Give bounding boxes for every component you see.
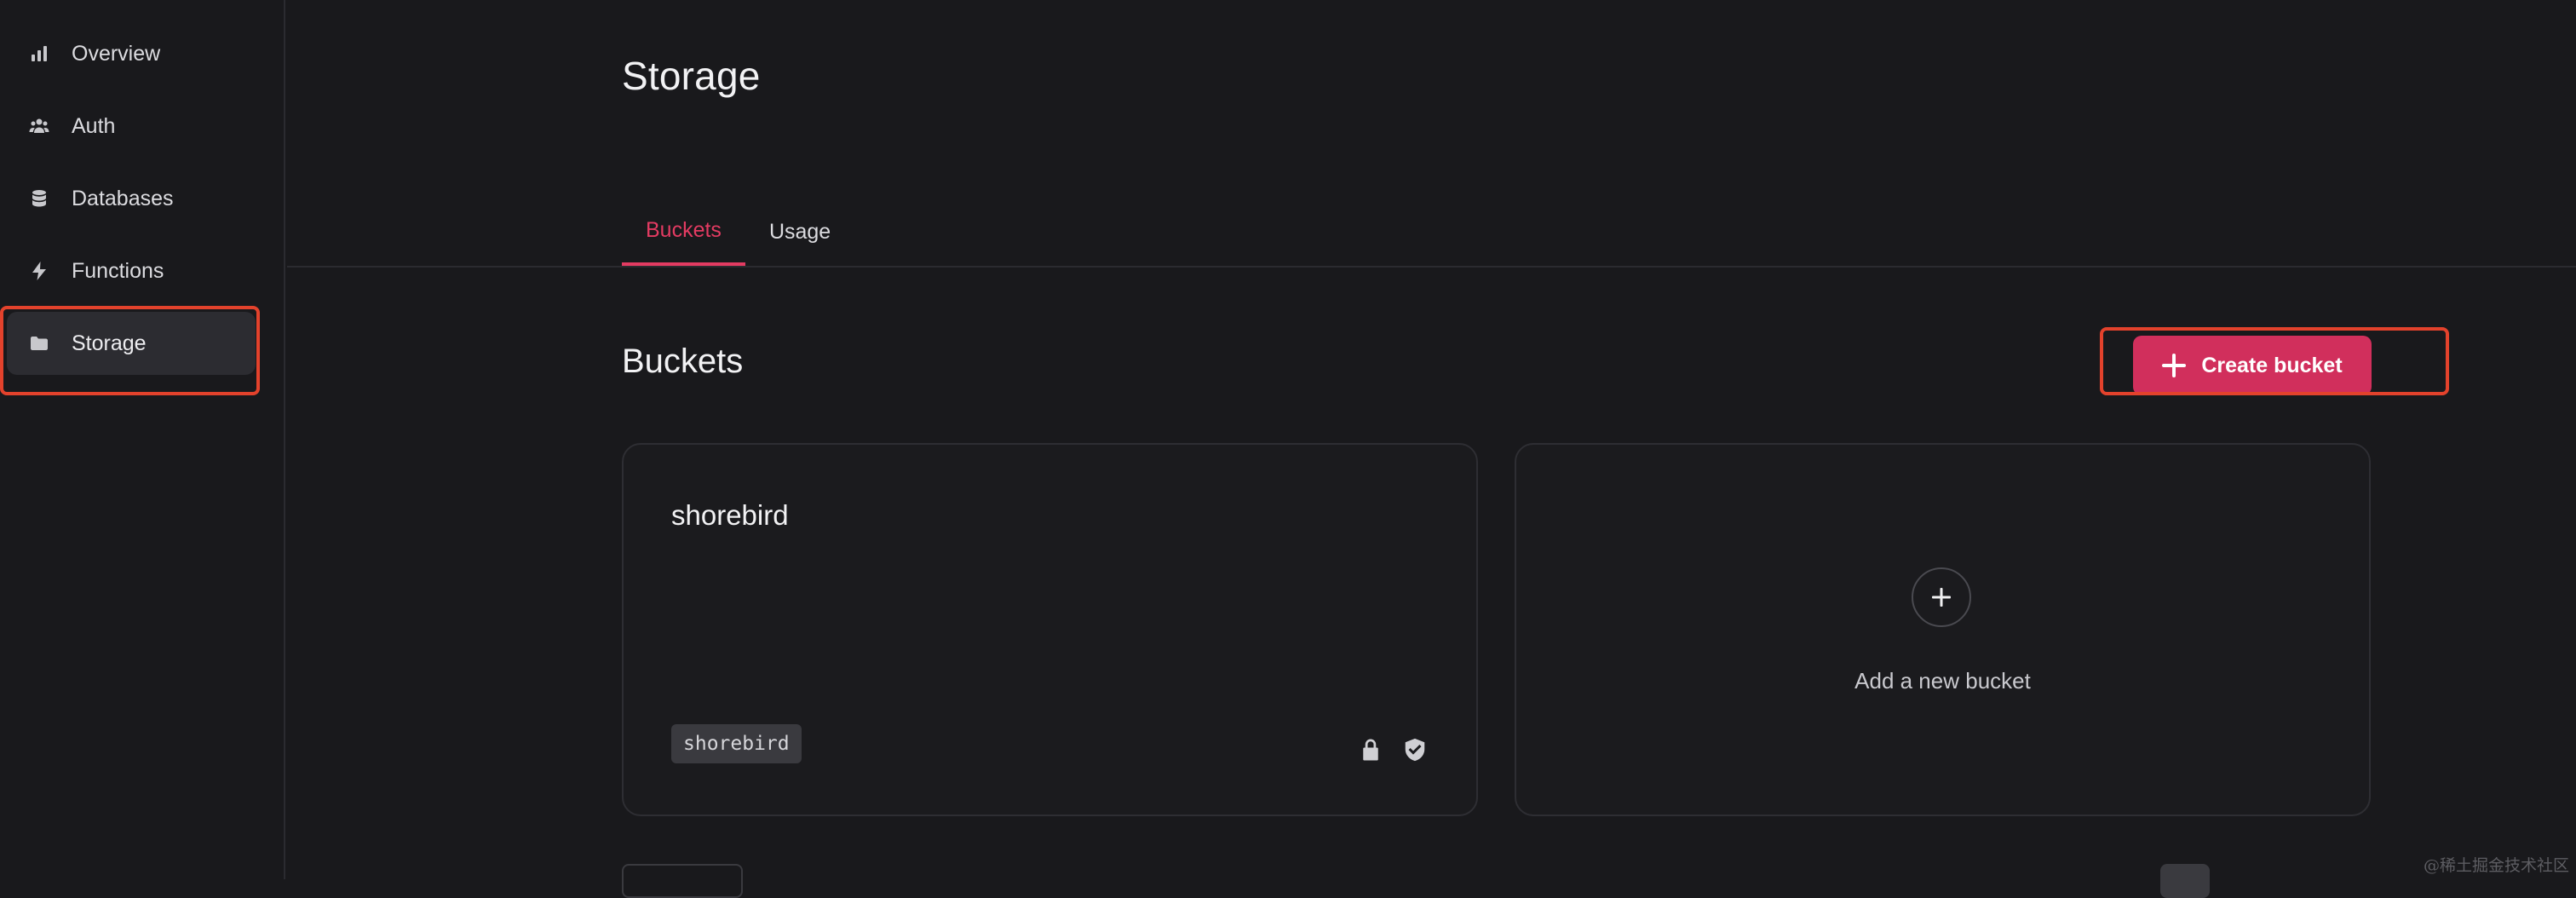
sidebar-item-label: Functions: [72, 258, 164, 283]
lightning-icon: [27, 259, 51, 283]
plus-icon: [1932, 588, 1951, 607]
sidebar-item-label: Auth: [72, 113, 116, 138]
sidebar-item-overview[interactable]: Overview: [7, 22, 256, 85]
page-title: Storage: [622, 54, 761, 98]
database-icon: [27, 187, 51, 210]
create-bucket-label: Create bucket: [2201, 353, 2343, 377]
sidebar-item-auth[interactable]: Auth: [7, 95, 256, 158]
tab-bar: Buckets Usage: [622, 198, 854, 266]
create-bucket-button[interactable]: Create bucket: [2133, 336, 2372, 395]
add-bucket-card[interactable]: Add a new bucket: [1515, 443, 2371, 816]
tab-divider: [287, 266, 2576, 268]
bucket-name: shorebird: [671, 499, 789, 531]
add-bucket-button[interactable]: [1912, 567, 1971, 627]
shield-check-icon: [1401, 736, 1429, 763]
lock-icon: [1357, 736, 1384, 763]
section-title: Buckets: [622, 343, 744, 380]
bucket-card[interactable]: shorebird shorebird: [622, 443, 1478, 816]
watermark: @稀土掘金技术社区: [2423, 856, 2569, 875]
sidebar-item-label: Databases: [72, 186, 174, 210]
tab-usage[interactable]: Usage: [745, 198, 854, 266]
users-icon: [27, 114, 51, 138]
pagination-button[interactable]: [622, 864, 743, 898]
tab-buckets[interactable]: Buckets: [622, 198, 745, 266]
folder-icon: [27, 331, 51, 355]
bucket-status-icons: [1357, 736, 1429, 763]
sidebar-item-storage[interactable]: Storage: [7, 312, 256, 375]
bucket-id-badge: shorebird: [671, 724, 802, 763]
sidebar-item-label: Storage: [72, 331, 147, 355]
add-bucket-label: Add a new bucket: [1854, 668, 2031, 694]
plus-icon: [2162, 354, 2187, 377]
sidebar-item-label: Overview: [72, 41, 161, 66]
sidebar: Overview Auth Databases Functions Storag…: [0, 0, 285, 879]
sidebar-item-databases[interactable]: Databases: [7, 167, 256, 230]
bar-chart-icon: [27, 42, 51, 66]
sidebar-item-functions[interactable]: Functions: [7, 239, 256, 302]
pagination-page-button[interactable]: [2160, 864, 2210, 898]
